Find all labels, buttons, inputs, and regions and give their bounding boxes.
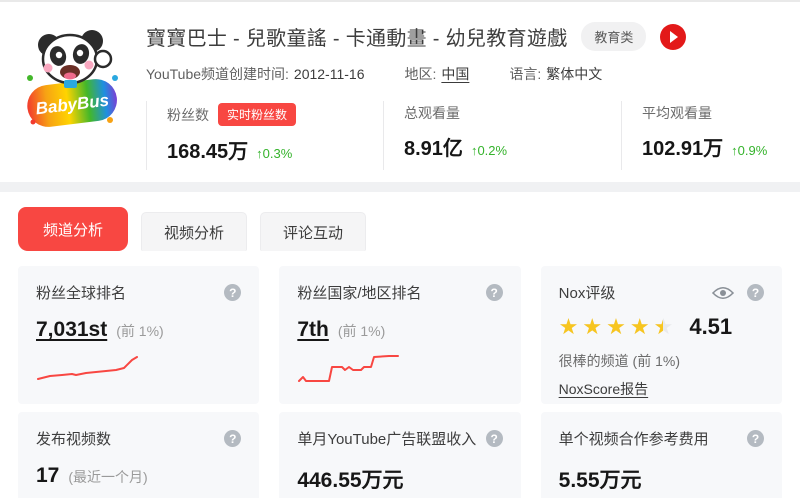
country-rank-percentile: (前 1%) [337, 323, 386, 339]
analytics-tabs: 频道分析 视频分析 评论互动 [0, 192, 800, 251]
card-nox-rating: Nox评级 ? ★★★★★★★★★★ 4.51 [540, 266, 782, 404]
language-value: 繁体中文 [546, 66, 603, 82]
video-quote-value: 5.55万元 [558, 469, 642, 492]
video-quote-title: 单个视频合作参考费用 [558, 431, 709, 448]
subscribers-change: ↑0.3% [256, 146, 293, 161]
star-icon: ★★ [582, 313, 603, 339]
channel-title: 寶寶巴士 - 兒歌童謠 - 卡通動畫 - 幼兒教育遊戲 [146, 28, 568, 50]
help-icon[interactable]: ? [746, 430, 764, 447]
title-row: 寶寶巴士 - 兒歌童謠 - 卡通動畫 - 幼兒教育遊戲 教育类 [146, 16, 790, 51]
videos-published-title: 发布视频数 [36, 431, 112, 448]
total-views-value: 8.91亿 [404, 138, 463, 160]
live-subscribers-badge[interactable]: 实时粉丝数 [218, 103, 297, 126]
subscribers-label: 粉丝数 [167, 106, 209, 123]
monthly-income-title: 单月YouTube广告联盟收入 [297, 431, 477, 448]
card-videos-published: 发布视频数 ? 17 (最近一个月) [18, 412, 260, 498]
monthly-income-value: 446.55万元 [297, 469, 404, 492]
created-label: YouTube频道创建时间: [146, 66, 289, 82]
card-video-quote: 单个视频合作参考费用 ? 5.55万元 CPM: 68.8元-123.85元 预… [540, 412, 782, 498]
eye-icon[interactable] [711, 286, 734, 300]
section-divider [0, 182, 800, 192]
channel-analytics-page: BabyBus 寶寶巴士 - 兒歌童謠 - 卡通動畫 - 幼兒教育遊戲 教育类 … [0, 0, 800, 498]
analytics-cards: 粉丝全球排名 ? 7,031st (前 1%) 粉丝国家/地区排名 ? 7th … [0, 251, 800, 498]
category-badge: 教育类 [581, 22, 647, 51]
stat-subscribers: 粉丝数 实时粉丝数 168.45万 ↑0.3% [146, 101, 383, 170]
babybus-logo-icon: BabyBus [27, 30, 118, 127]
help-icon[interactable]: ? [485, 284, 503, 301]
global-rank-value: 7,031st [36, 318, 108, 341]
stat-average-views: 平均观看量 102.91万 ↑0.9% [621, 101, 790, 170]
help-icon[interactable]: ? [746, 284, 764, 301]
star-icon: ★★ [606, 313, 626, 339]
noxscore-report-link[interactable]: NoxScore报告 [559, 379, 648, 399]
star-icon: ★★ [629, 313, 650, 339]
average-views-label: 平均观看量 [642, 105, 712, 121]
region-link[interactable]: 中国 [441, 64, 469, 84]
global-rank-title: 粉丝全球排名 [36, 285, 127, 302]
country-rank-title: 粉丝国家/地区排名 [297, 285, 422, 302]
global-rank-sparkline [36, 350, 241, 386]
header-main: 寶寶巴士 - 兒歌童謠 - 卡通動畫 - 幼兒教育遊戲 教育类 YouTube频… [146, 16, 800, 170]
country-rank-value: 7th [297, 318, 329, 341]
global-rank-percentile: (前 1%) [116, 323, 164, 339]
created-date: 2012-11-16 [293, 66, 365, 82]
card-country-rank: 粉丝国家/地区排名 ? 7th (前 1%) [279, 266, 521, 404]
card-monthly-income: 单月YouTube广告联盟收入 ? 446.55万元 CPM: 33.58元-6… [279, 412, 521, 498]
star-icon: ★★ [558, 313, 579, 339]
region-label: 地区: [404, 66, 437, 82]
nox-rating-description: 很棒的频道 (前 1%) [558, 353, 680, 369]
videos-published-period: (最近一个月) [68, 469, 148, 485]
country-rank-sparkline [297, 350, 502, 386]
star-icon: ★★ [653, 313, 674, 339]
stars-container: ★★★★★★★★★★ [558, 313, 678, 339]
videos-published-value: 17 [36, 464, 60, 487]
average-views-change: ↑0.9% [731, 143, 768, 158]
average-views-value: 102.91万 [642, 138, 724, 160]
nox-rating-title: Nox评级 [558, 285, 616, 302]
help-icon[interactable]: ? [485, 430, 503, 447]
channel-header: BabyBus 寶寶巴士 - 兒歌童謠 - 卡通動畫 - 幼兒教育遊戲 教育类 … [0, 2, 800, 170]
stat-total-views: 总观看量 8.91亿 ↑0.2% [383, 101, 621, 170]
help-icon[interactable]: ? [224, 430, 242, 447]
channel-meta: YouTube频道创建时间: 2012-11-16 地区: 中国 语言: 繁体中… [146, 64, 790, 84]
channel-avatar: BabyBus [22, 20, 122, 134]
tab-channel-analytics[interactable]: 频道分析 [18, 207, 129, 251]
youtube-icon[interactable] [660, 23, 687, 50]
total-views-label: 总观看量 [404, 105, 460, 121]
tab-video-analytics[interactable]: 视频分析 [141, 212, 248, 251]
card-global-rank: 粉丝全球排名 ? 7,031st (前 1%) [18, 266, 260, 404]
total-views-change: ↑0.2% [470, 143, 508, 158]
language-label: 语言: [509, 66, 542, 82]
star-rating: ★★★★★★★★★★ 4.51 [559, 314, 764, 340]
subscribers-value: 168.45万 [167, 141, 249, 163]
help-icon[interactable]: ? [224, 284, 242, 301]
tab-comment-interaction[interactable]: 评论互动 [260, 212, 367, 251]
stats-row: 粉丝数 实时粉丝数 168.45万 ↑0.3% 总观看量 8.91亿 ↑0.2% [146, 101, 790, 170]
nox-score-value: 4.51 [689, 314, 733, 339]
